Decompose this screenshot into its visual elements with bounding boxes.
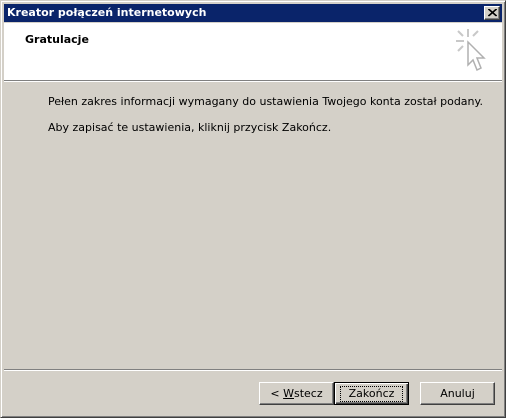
- finish-button[interactable]: Zakończ: [334, 382, 409, 405]
- wizard-window: Kreator połączeń internetowych Gratulacj…: [0, 0, 506, 418]
- back-arrow-text: <: [270, 386, 284, 400]
- title-bar[interactable]: Kreator połączeń internetowych: [4, 4, 502, 22]
- wizard-cursor-icon: [456, 29, 486, 72]
- cancel-button[interactable]: Anuluj: [420, 382, 495, 405]
- finish-label: Zakończ: [339, 385, 404, 402]
- close-button[interactable]: [484, 6, 500, 20]
- close-icon: [488, 9, 497, 17]
- page-title: Gratulacje: [25, 33, 89, 46]
- header-separator-highlight: [4, 81, 502, 82]
- back-accelerator: W: [283, 386, 294, 400]
- footer-separator-highlight: [4, 370, 502, 371]
- back-button[interactable]: < Wstecz: [259, 382, 334, 405]
- info-text: Pełen zakres informacji wymagany do usta…: [48, 95, 483, 108]
- instruction-text: Aby zapisać te ustawienia, kliknij przyc…: [48, 121, 332, 134]
- wizard-header: Gratulacje: [4, 23, 502, 80]
- back-label-rest: stecz: [293, 386, 323, 400]
- window-title: Kreator połączeń internetowych: [7, 6, 207, 19]
